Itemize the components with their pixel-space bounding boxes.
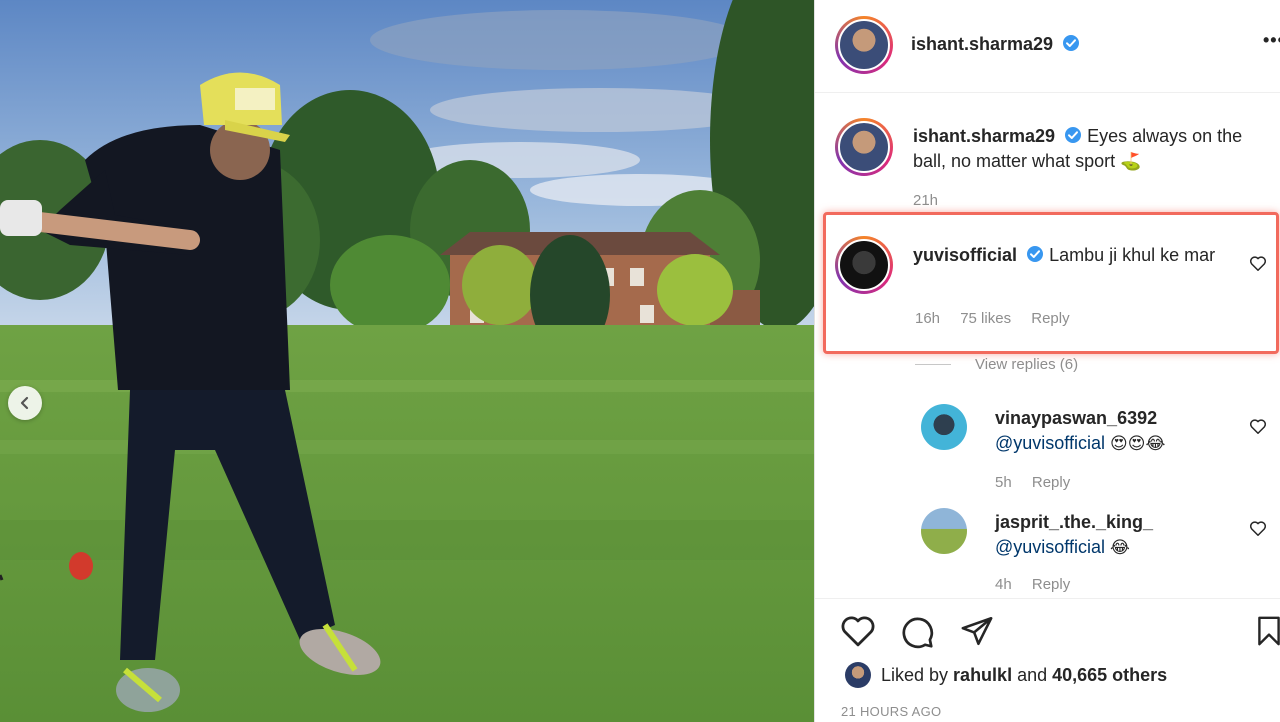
like-comment-heart-icon[interactable] xyxy=(1249,255,1267,272)
reply-mention[interactable]: @yuvisofficial xyxy=(995,433,1105,453)
liker-avatar[interactable] xyxy=(845,662,871,688)
reply-avatar[interactable] xyxy=(921,404,967,450)
comment-time: 16h xyxy=(915,310,941,327)
liked-by-count[interactable]: 40,665 others xyxy=(1052,665,1167,686)
liked-by-row: Liked by rahulkl and 40,665 others xyxy=(845,662,1167,688)
post-photo xyxy=(0,0,814,722)
comment-bubble-icon[interactable] xyxy=(899,614,935,650)
header-divider xyxy=(815,92,1280,93)
reply-button[interactable]: Reply xyxy=(1032,474,1070,491)
comment-likes[interactable]: 75 likes xyxy=(960,310,1011,327)
reply-emoji: 😍😍😂 xyxy=(1110,434,1166,454)
caption-time: 21h xyxy=(913,192,939,209)
more-options-button[interactable]: ••• xyxy=(1263,30,1280,51)
reply-meta: 5h Reply xyxy=(995,474,1086,491)
reply-button[interactable]: Reply xyxy=(1032,576,1070,593)
reply-time: 4h xyxy=(995,576,1012,593)
comment-text: Lambu ji khul ke mar xyxy=(1049,245,1216,265)
commenter-avatar[interactable] xyxy=(835,236,893,294)
post-detail-panel: ishant.sharma29 ••• ishant.sharma29 Eyes… xyxy=(814,0,1280,722)
reply-mention[interactable]: @yuvisofficial xyxy=(995,537,1105,557)
post-timestamp[interactable]: 21 HOURS AGO xyxy=(841,704,941,719)
author-username[interactable]: ishant.sharma29 xyxy=(911,34,1053,54)
liked-by-and: and xyxy=(1017,664,1048,685)
golf-photo-illustration xyxy=(0,0,814,722)
bookmark-icon[interactable] xyxy=(1257,614,1280,648)
replies-divider xyxy=(915,364,951,365)
comment-reply-button[interactable]: Reply xyxy=(1031,310,1069,327)
like-heart-icon[interactable] xyxy=(839,614,877,648)
view-replies-label[interactable]: View replies (6) xyxy=(975,356,1078,373)
reply-avatar[interactable] xyxy=(921,508,967,554)
golf-emoji: ⛳ xyxy=(1120,152,1142,172)
actions-divider xyxy=(815,598,1280,599)
chevron-left-icon xyxy=(20,396,29,410)
reply-emoji: 😂 xyxy=(1110,538,1130,558)
like-reply-heart-icon[interactable] xyxy=(1249,418,1267,435)
like-reply-heart-icon[interactable] xyxy=(1249,520,1267,537)
reply-meta: 4h Reply xyxy=(995,576,1086,593)
comment-meta: 16h 75 likes Reply xyxy=(915,310,1086,327)
liked-by-prefix: Liked by xyxy=(881,664,949,685)
reply-username[interactable]: jasprit_.the._king_ xyxy=(995,510,1245,535)
caption-avatar[interactable] xyxy=(835,118,893,176)
verified-badge-icon xyxy=(1027,246,1044,262)
reply-username[interactable]: vinaypaswan_6392 xyxy=(995,406,1245,431)
comment-username[interactable]: yuvisofficial xyxy=(913,245,1017,265)
verified-badge-icon xyxy=(1062,35,1079,51)
view-replies-toggle[interactable]: View replies (6) xyxy=(915,356,1078,373)
reply-time: 5h xyxy=(995,474,1012,491)
liked-by-user[interactable]: rahulkl xyxy=(953,665,1012,686)
author-avatar[interactable] xyxy=(835,16,893,74)
verified-badge-icon xyxy=(1065,127,1082,143)
share-paper-plane-icon[interactable] xyxy=(959,614,995,648)
previous-slide-button[interactable] xyxy=(8,386,42,420)
caption-username[interactable]: ishant.sharma29 xyxy=(913,126,1055,146)
